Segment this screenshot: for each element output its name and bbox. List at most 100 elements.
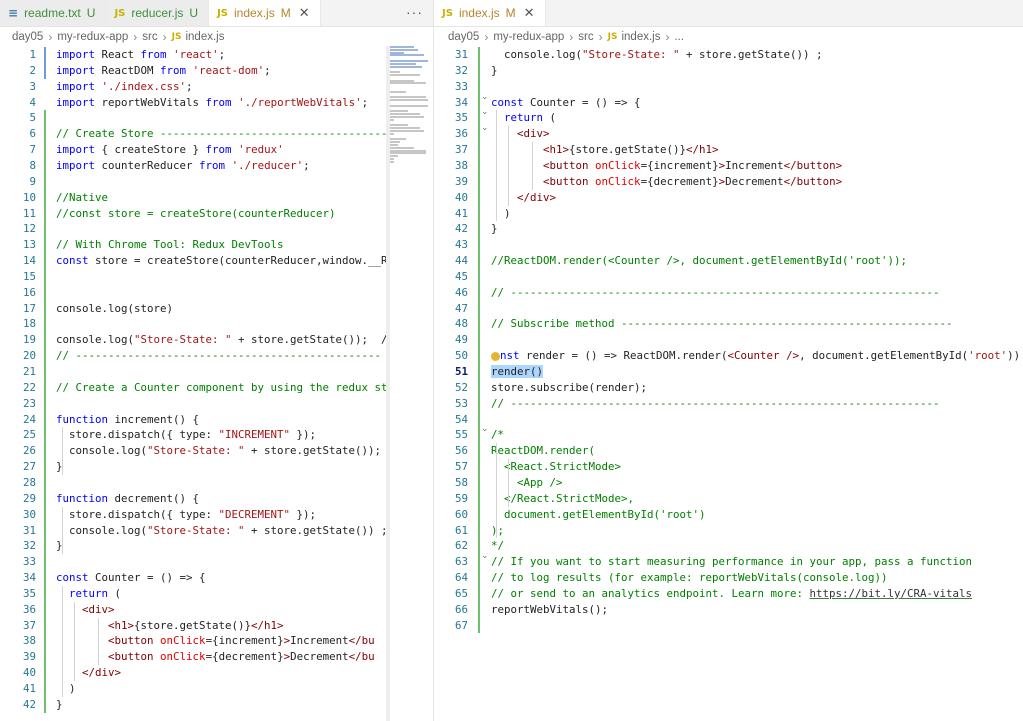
code-line[interactable]: 43 <box>434 237 1023 253</box>
code-line[interactable]: 30 store.dispatch({ type: "DECREMENT" })… <box>0 507 433 523</box>
code-line[interactable]: 53 // -----------------------------------… <box>434 396 1023 412</box>
code-line[interactable]: 12 <box>0 221 433 237</box>
tab-index-js[interactable]: JS index.js M ✕ <box>209 0 321 26</box>
code-line[interactable]: 28 <box>0 475 433 491</box>
code-line[interactable]: 33 <box>0 554 433 570</box>
code-line[interactable]: 35 return ( <box>0 586 433 602</box>
code-line[interactable]: 48 // Subscribe method ------------------… <box>434 316 1023 332</box>
code-line[interactable]: 2 import ReactDOM from 'react-dom'; <box>0 63 433 79</box>
breadcrumb-item[interactable]: ... <box>674 31 684 43</box>
chevron-down-icon[interactable]: ⌄ <box>481 123 489 133</box>
code-line[interactable]: 32} <box>0 538 433 554</box>
code-line[interactable]: 7 import { createStore } from 'redux' <box>0 142 433 158</box>
code-line[interactable]: 10 //Native <box>0 190 433 206</box>
chevron-down-icon[interactable]: ⌄ <box>481 92 489 102</box>
breadcrumb-item[interactable]: day05 <box>448 31 479 43</box>
code-line[interactable]: 42} <box>434 221 1023 237</box>
code-line[interactable]: 8 import counterReducer from './reducer'; <box>0 158 433 174</box>
code-line[interactable]: 47 <box>434 301 1023 317</box>
code-line[interactable]: 26 console.log("Store-State: " + store.g… <box>0 443 433 459</box>
code-line[interactable]: 1 import React from 'react'; <box>0 47 433 63</box>
code-line[interactable]: 41 ) <box>0 681 433 697</box>
chevron-down-icon[interactable]: ⌄ <box>481 424 489 434</box>
code-line[interactable]: 6 // Create Store -----------------------… <box>0 126 433 142</box>
code-line[interactable]: 21 <box>0 364 433 380</box>
close-icon[interactable]: ✕ <box>299 5 310 21</box>
left-minimap[interactable] <box>390 46 430 166</box>
breadcrumb-item[interactable]: src <box>578 31 593 43</box>
code-line[interactable]: 24 function increment() { <box>0 412 433 428</box>
code-line[interactable]: 45 <box>434 269 1023 285</box>
close-icon[interactable]: ✕ <box>524 5 535 21</box>
code-line[interactable]: 62 */ <box>434 538 1023 554</box>
code-line[interactable]: 23 <box>0 396 433 412</box>
code-line[interactable]: 9 <box>0 174 433 190</box>
code-line[interactable]: 19 console.log("Store-State: " + store.ge… <box>0 332 433 348</box>
code-line[interactable]: 39 <button onClick={decrement}>Decrement… <box>0 649 433 665</box>
code-line[interactable]: 18 <box>0 316 433 332</box>
code-line[interactable]: 31 console.log("Store-State: " + store.g… <box>0 523 433 539</box>
code-line[interactable]: 41 ) <box>434 206 1023 222</box>
code-line[interactable]: 15 <box>0 269 433 285</box>
breadcrumb-item[interactable]: my-redux-app <box>493 31 564 43</box>
code-line[interactable]: 51 render() <box>434 364 1023 380</box>
code-line[interactable]: 31 console.log("Store-State: " + store.g… <box>434 47 1023 63</box>
code-line[interactable]: 38 <button onClick={increment}>Increment… <box>0 633 433 649</box>
code-line[interactable]: 54 <box>434 412 1023 428</box>
code-line[interactable]: 42} <box>0 697 433 713</box>
code-line[interactable]: 66 reportWebVitals(); <box>434 602 1023 618</box>
code-line[interactable]: 61); <box>434 523 1023 539</box>
code-line[interactable]: 33 <box>434 79 1023 95</box>
code-line[interactable]: 58 <App /> <box>434 475 1023 491</box>
code-line[interactable]: 17 console.log(store) <box>0 301 433 317</box>
right-code-editor[interactable]: 31 console.log("Store-State: " + store.g… <box>434 46 1023 721</box>
code-line[interactable]: 65 // or send to an analytics endpoint. L… <box>434 586 1023 602</box>
code-line[interactable]: 55 /* <box>434 427 1023 443</box>
code-line[interactable]: 52 store.subscribe(render); <box>434 380 1023 396</box>
code-line[interactable]: 5 <box>0 110 433 126</box>
code-line[interactable]: 11 //const store = createStore(counterRed… <box>0 206 433 222</box>
code-line[interactable]: 64 // to log results (for example: report… <box>434 570 1023 586</box>
code-line[interactable]: 29 function decrement() { <box>0 491 433 507</box>
code-line[interactable]: 4 import reportWebVitals from './reportWe… <box>0 95 433 111</box>
code-line[interactable]: 46 // -----------------------------------… <box>434 285 1023 301</box>
code-line[interactable]: 37 <h1>{store.getState()}</h1> <box>434 142 1023 158</box>
breadcrumb-item[interactable]: index.js <box>185 31 224 43</box>
left-code-editor[interactable]: 1 import React from 'react'; 2 import React… <box>0 46 433 721</box>
tab-reducer-js[interactable]: JS reducer.js U <box>106 0 210 26</box>
code-line[interactable]: 59 </React.StrictMode>, <box>434 491 1023 507</box>
code-line[interactable]: 25 store.dispatch({ type: "INCREMENT" })… <box>0 427 433 443</box>
code-line[interactable]: 20 // -----------------------------------… <box>0 348 433 364</box>
code-line[interactable]: 34 const Counter = () => { <box>434 95 1023 111</box>
breadcrumb-item[interactable]: src <box>142 31 157 43</box>
code-line[interactable]: 3 import './index.css'; <box>0 79 433 95</box>
chevron-down-icon[interactable]: ⌄ <box>481 551 489 561</box>
code-line[interactable]: 36 <div> <box>434 126 1023 142</box>
code-line[interactable]: 37 <h1>{store.getState()}</h1> <box>0 618 433 634</box>
code-line[interactable]: 22 // Create a Counter component by using… <box>0 380 433 396</box>
code-line[interactable]: 40 </div> <box>0 665 433 681</box>
code-line[interactable]: 63 // If you want to start measuring perf… <box>434 554 1023 570</box>
code-line[interactable]: 44 //ReactDOM.render(<Counter />, documen… <box>434 253 1023 269</box>
breadcrumb-item[interactable]: my-redux-app <box>57 31 128 43</box>
code-line[interactable]: 32} <box>434 63 1023 79</box>
code-line[interactable]: 16 <box>0 285 433 301</box>
code-line[interactable]: 67 <box>434 618 1023 634</box>
code-line[interactable]: 27} <box>0 459 433 475</box>
code-line[interactable]: 50 nst render = () => ReactDOM.render(<Co… <box>434 348 1023 364</box>
tab-index-js[interactable]: JS index.js M ✕ <box>434 0 546 26</box>
code-line[interactable]: 49 <box>434 332 1023 348</box>
code-line[interactable]: 60 document.getElementById('root') <box>434 507 1023 523</box>
code-line[interactable]: 39 <button onClick={decrement}>Decrement… <box>434 174 1023 190</box>
code-line[interactable]: 36 <div> <box>0 602 433 618</box>
code-line[interactable]: 57 <React.StrictMode> <box>434 459 1023 475</box>
breadcrumb-item[interactable]: index.js <box>621 31 660 43</box>
code-line[interactable]: 34 const Counter = () => { <box>0 570 433 586</box>
code-line[interactable]: 14 const store = createStore(counterReduc… <box>0 253 433 269</box>
chevron-down-icon[interactable]: ⌄ <box>481 107 489 117</box>
code-line[interactable]: 35 return ( <box>434 110 1023 126</box>
more-actions-icon[interactable]: ··· <box>406 4 423 20</box>
breadcrumb-item[interactable]: day05 <box>12 31 43 43</box>
tab-readme-txt[interactable]: ≡ readme.txt U <box>0 0 107 26</box>
code-line[interactable]: 40 </div> <box>434 190 1023 206</box>
